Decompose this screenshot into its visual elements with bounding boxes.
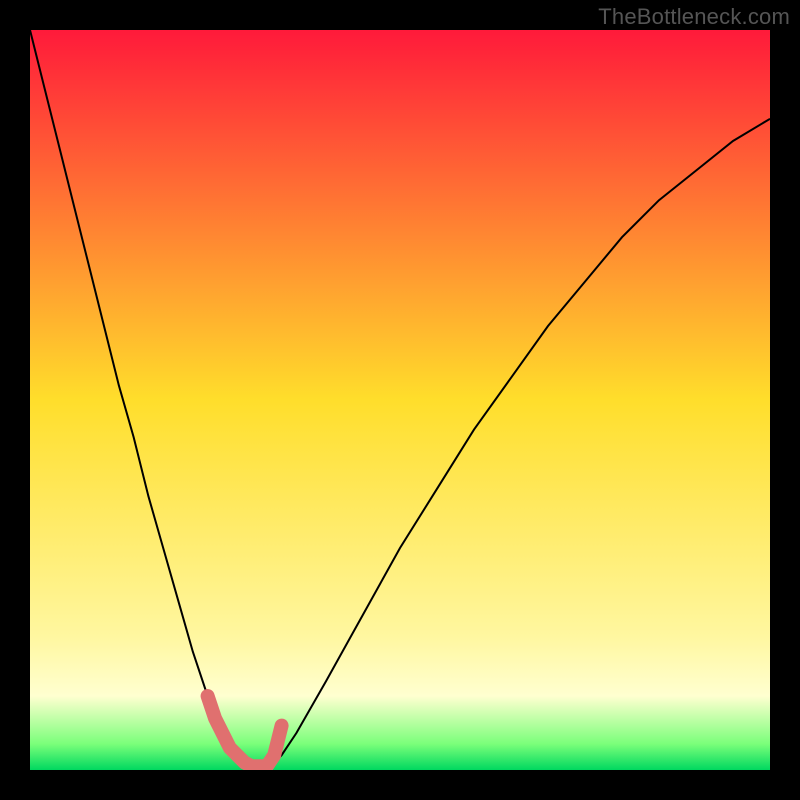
plot-area	[30, 30, 770, 770]
chart-svg	[30, 30, 770, 770]
watermark-text: TheBottleneck.com	[598, 4, 790, 30]
gradient-background	[30, 30, 770, 770]
chart-container: TheBottleneck.com	[0, 0, 800, 800]
